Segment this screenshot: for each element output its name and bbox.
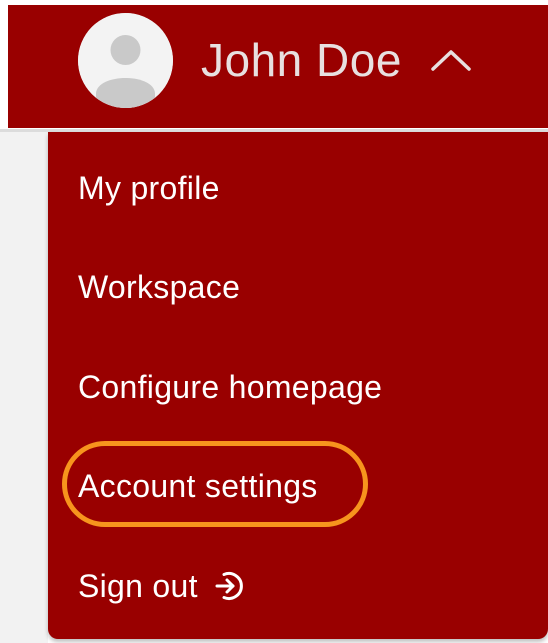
menu-item-workspace[interactable]: Workspace xyxy=(78,257,240,317)
menu-item-label: Workspace xyxy=(78,268,241,305)
user-avatar-icon xyxy=(78,12,173,108)
sign-out-icon xyxy=(215,572,243,600)
header-bar: John Doe xyxy=(8,5,548,128)
page-background-strip xyxy=(0,132,48,643)
menu-item-label: My profile xyxy=(78,169,220,206)
menu-item-configure-homepage[interactable]: Configure homepage xyxy=(78,357,382,417)
chevron-up-icon xyxy=(431,50,471,71)
page: John Doe My profile Workspace Configure … xyxy=(0,0,548,643)
menu-item-label: Account settings xyxy=(78,467,318,504)
menu-item-label: Configure homepage xyxy=(78,368,383,405)
user-dropdown-menu: My profile Workspace Configure homepage … xyxy=(48,132,548,639)
menu-item-my-profile[interactable]: My profile xyxy=(78,158,220,218)
menu-item-label: Sign out xyxy=(78,567,198,604)
user-menu-toggle[interactable]: John Doe xyxy=(78,5,472,115)
user-name: John Doe xyxy=(201,34,402,86)
menu-item-sign-out[interactable]: Sign out xyxy=(78,556,246,616)
menu-item-account-settings[interactable]: Account settings xyxy=(78,456,318,516)
